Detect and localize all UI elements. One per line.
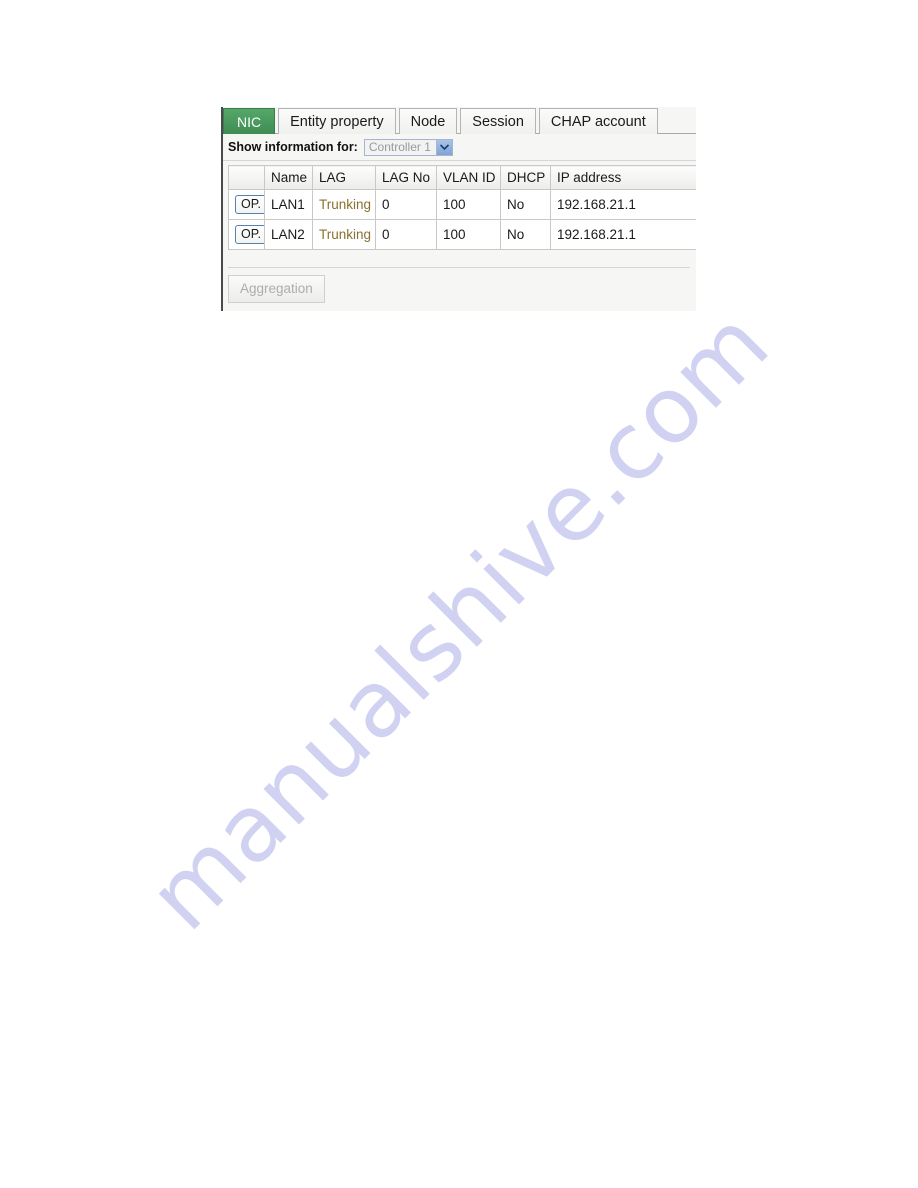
panel-spacer (223, 250, 696, 267)
cell-dhcp: No (500, 189, 551, 220)
table-row: OP. LAN1 Trunking 0 100 No 192.168.21.1 (228, 189, 696, 220)
tab-node[interactable]: Node (398, 108, 458, 134)
controller-select[interactable]: Controller 1 (363, 138, 453, 156)
tab-chap-account[interactable]: CHAP account (538, 108, 658, 134)
column-header-lag-no: LAG No (375, 165, 437, 190)
show-information-row: Show information for: Controller 1 (223, 134, 696, 161)
op-cell: OP. (228, 189, 265, 220)
cell-lag-no: 0 (375, 219, 437, 250)
column-header-op (228, 165, 265, 190)
watermark-text: manualshive.com (128, 289, 790, 951)
cell-name: LAN2 (264, 219, 313, 250)
nic-table: Name LAG LAG No VLAN ID DHCP IP address … (228, 165, 696, 250)
table-row: OP. LAN2 Trunking 0 100 No 192.168.21.1 (228, 219, 696, 250)
nic-table-container: Name LAG LAG No VLAN ID DHCP IP address … (223, 161, 696, 250)
cell-name: LAN1 (264, 189, 313, 220)
column-header-name: Name (264, 165, 313, 190)
show-information-label: Show information for: (228, 140, 358, 154)
column-header-vlan-id: VLAN ID (436, 165, 501, 190)
cell-lag-no: 0 (375, 189, 437, 220)
tab-nic[interactable]: NIC (223, 108, 276, 134)
op-button[interactable]: OP. (235, 225, 264, 244)
table-header-row: Name LAG LAG No VLAN ID DHCP IP address (228, 165, 696, 190)
tab-entity-property[interactable]: Entity property (278, 108, 396, 134)
cell-dhcp: No (500, 219, 551, 250)
watermark: manualshive.com (0, 289, 918, 950)
column-header-ip-address: IP address (550, 165, 696, 190)
cell-lag: Trunking (312, 189, 376, 220)
panel-footer: Aggregation (223, 268, 696, 303)
aggregation-button[interactable]: Aggregation (228, 275, 325, 303)
nic-panel: NIC Entity property Node Session CHAP ac… (221, 107, 696, 311)
tab-session[interactable]: Session (460, 108, 536, 134)
cell-lag: Trunking (312, 219, 376, 250)
op-button[interactable]: OP. (235, 195, 264, 214)
tab-strip: NIC Entity property Node Session CHAP ac… (223, 107, 696, 134)
cell-vlan-id: 100 (436, 189, 501, 220)
column-header-lag: LAG (312, 165, 376, 190)
controller-select-value: Controller 1 (364, 139, 436, 155)
cell-vlan-id: 100 (436, 219, 501, 250)
cell-ip-address: 192.168.21.1 (550, 219, 696, 250)
chevron-down-icon[interactable] (435, 139, 452, 155)
column-header-dhcp: DHCP (500, 165, 551, 190)
cell-ip-address: 192.168.21.1 (550, 189, 696, 220)
op-cell: OP. (228, 219, 265, 250)
